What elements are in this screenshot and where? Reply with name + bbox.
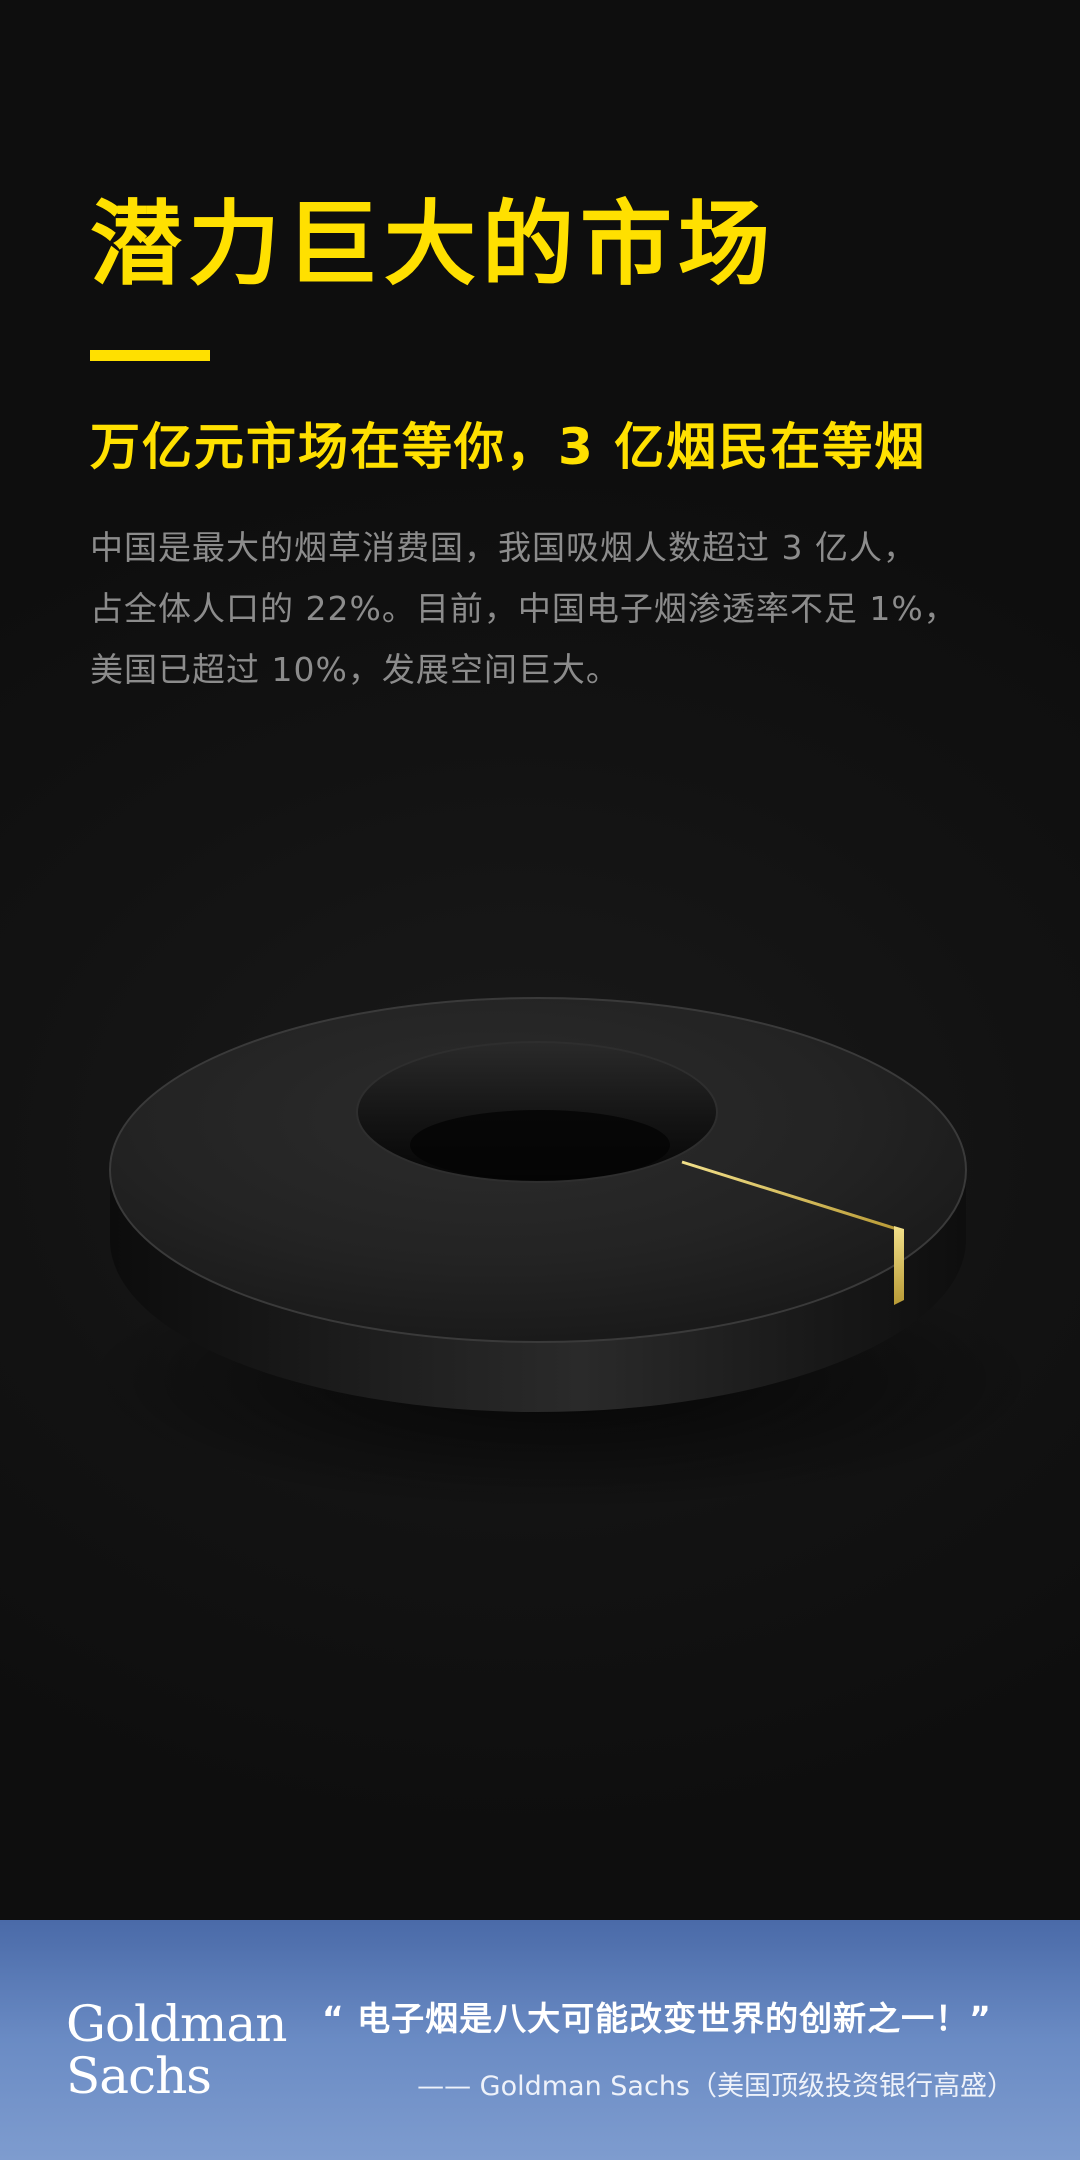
footer-attribution: —— Goldman Sachs（美国顶级投资银行高盛） xyxy=(417,2071,1014,2102)
goldman-sachs-logo: Goldman Sachs xyxy=(66,1995,287,2105)
page-subtitle: 万亿元市场在等你，3 亿烟民在等烟 xyxy=(90,418,927,476)
page: 潜力巨大的市场 万亿元市场在等你，3 亿烟民在等烟 中国是最大的烟草消费国，我国… xyxy=(0,0,1080,2160)
page-title: 潜力巨大的市场 xyxy=(90,191,777,298)
footer-banner: Goldman Sachs “ 电子烟是八大可能改变世界的创新之一！” —— G… xyxy=(0,1920,1080,2160)
body-paragraph: 中国是最大的烟草消费国，我国吸烟人数超过 3 亿人， 占全体人口的 22%。目前… xyxy=(90,517,990,700)
body-line: 美国已超过 10%，发展空间巨大。 xyxy=(90,650,620,689)
logo-line: Goldman xyxy=(66,1995,287,2053)
title-divider xyxy=(90,350,210,361)
logo-line: Sachs xyxy=(66,2047,212,2105)
highlight-slice-edge xyxy=(894,1226,904,1305)
body-line: 中国是最大的烟草消费国，我国吸烟人数超过 3 亿人， xyxy=(90,528,917,567)
body-line: 占全体人口的 22%。目前，中国电子烟渗透率不足 1%， xyxy=(90,589,958,628)
footer-quote: “ 电子烟是八大可能改变世界的创新之一！” xyxy=(322,1999,992,2038)
ring-illustration xyxy=(0,900,1080,1600)
donut-ring-graphic xyxy=(80,997,1040,1510)
